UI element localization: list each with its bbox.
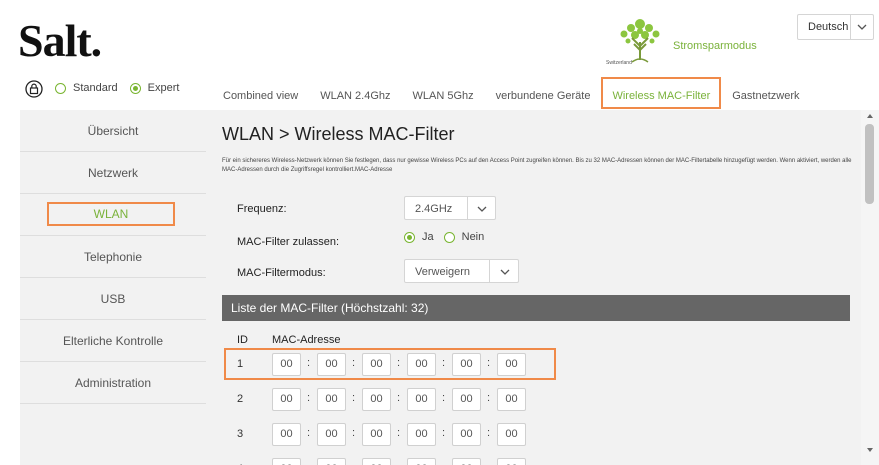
lock-icon[interactable]: [25, 80, 43, 98]
eco-mode[interactable]: Switzerland Stromsparmodus: [602, 16, 802, 74]
filter-mode-select[interactable]: Verweigern: [404, 259, 519, 283]
mac-separator: :: [352, 392, 356, 404]
scrollbar[interactable]: [861, 110, 879, 465]
mode-standard-label[interactable]: Standard: [73, 82, 118, 94]
mac-octet-input[interactable]: 00: [407, 388, 436, 411]
scroll-thumb[interactable]: [865, 124, 874, 204]
tab-wlan-24ghz[interactable]: WLAN 2.4Ghz: [309, 84, 401, 109]
page-title: WLAN > Wireless MAC-Filter: [222, 124, 455, 144]
scroll-down-icon[interactable]: [866, 447, 874, 453]
column-header-id: ID: [237, 334, 248, 346]
language-select-divider: [850, 15, 851, 39]
allow-filter-label: MAC-Filter zulassen:: [237, 236, 340, 248]
mac-octet-input[interactable]: 00: [497, 388, 526, 411]
main-content: WLAN > Wireless MAC-Filter Für ein siche…: [206, 110, 861, 465]
mac-octet-input[interactable]: 00: [407, 423, 436, 446]
chevron-down-icon: [500, 269, 510, 275]
mode-expert-label[interactable]: Expert: [148, 82, 180, 94]
mac-octet-input[interactable]: 00: [452, 458, 481, 465]
intro-text: Für ein sichereres Wireless-Netzwerk kön…: [222, 158, 852, 173]
mac-separator: :: [442, 427, 446, 439]
mac-separator: :: [307, 392, 311, 404]
chevron-down-icon: [857, 24, 867, 30]
mac-table-row: 2 00:00:00:00:00:00: [222, 386, 552, 414]
mac-octet-input[interactable]: 00: [272, 423, 301, 446]
tab-bar: Combined view WLAN 2.4Ghz WLAN 5Ghz verb…: [212, 77, 810, 109]
sidebar: Übersicht Netzwerk WLAN Telephonie USB E…: [20, 110, 206, 465]
sidebar-item-usb[interactable]: USB: [20, 278, 206, 320]
frequency-label: Frequenz:: [237, 203, 287, 215]
mac-separator: :: [487, 427, 491, 439]
sidebar-item-telephony[interactable]: Telephonie: [20, 236, 206, 278]
mac-separator: :: [307, 427, 311, 439]
allow-no-label[interactable]: Nein: [462, 231, 485, 243]
mac-row-id: 3: [237, 428, 244, 440]
mac-separator: :: [352, 427, 356, 439]
sidebar-item-overview[interactable]: Übersicht: [20, 110, 206, 152]
frequency-select[interactable]: 2.4GHz: [404, 196, 496, 220]
eco-mode-label[interactable]: Stromsparmodus: [673, 40, 757, 52]
mode-standard-radio[interactable]: [55, 82, 66, 94]
sidebar-item-wlan-label: WLAN: [47, 202, 175, 226]
frequency-select-divider: [467, 197, 468, 219]
sidebar-item-wlan[interactable]: WLAN: [20, 194, 206, 236]
mac-octet-input[interactable]: 00: [452, 423, 481, 446]
chevron-down-icon: [477, 206, 487, 212]
tab-guest-network[interactable]: Gastnetzwerk: [721, 84, 810, 109]
tab-combined-view[interactable]: Combined view: [212, 84, 309, 109]
allow-filter-radios: Ja Nein: [404, 231, 484, 243]
mac-octet-input[interactable]: 00: [497, 458, 526, 465]
sidebar-item-parental-control[interactable]: Elterliche Kontrolle: [20, 320, 206, 362]
language-select[interactable]: Deutsch: [797, 14, 874, 40]
eco-switzerland-text: Switzerland: [606, 60, 632, 66]
tab-wireless-mac-filter[interactable]: Wireless MAC-Filter: [601, 77, 722, 109]
frequency-value: 2.4GHz: [415, 203, 453, 215]
allow-yes-radio[interactable]: [404, 231, 415, 243]
mac-octet-input[interactable]: 00: [272, 388, 301, 411]
filter-mode-value: Verweigern: [415, 266, 471, 278]
mac-octet-input[interactable]: 00: [452, 388, 481, 411]
mac-octet-input[interactable]: 00: [272, 458, 301, 465]
tree-icon: [620, 19, 660, 63]
mac-octet-input[interactable]: 00: [407, 458, 436, 465]
mac-octet-input[interactable]: 00: [317, 458, 346, 465]
salt-logo[interactable]: Salt.: [18, 14, 102, 67]
mac-octet-input[interactable]: 00: [362, 423, 391, 446]
mac-separator: :: [397, 427, 401, 439]
filter-mode-label: MAC-Filtermodus:: [237, 267, 326, 279]
mac-list-header: Liste der MAC-Filter (Höchstzahl: 32): [222, 295, 850, 321]
language-value: Deutsch: [808, 21, 849, 33]
mac-row-id: 2: [237, 393, 244, 405]
header: Salt. Standard Expert Switzerland Stroms…: [0, 0, 879, 110]
tab-wlan-5ghz[interactable]: WLAN 5Ghz: [402, 84, 485, 109]
column-header-mac: MAC-Adresse: [272, 334, 341, 346]
mac-table-row: 400:00:00:00:00:00: [222, 456, 552, 465]
mac-table-row: 3 00:00:00:00:00:00: [222, 421, 552, 449]
sidebar-item-administration[interactable]: Administration: [20, 362, 206, 404]
mac-octet-input[interactable]: 00: [317, 388, 346, 411]
sidebar-item-network[interactable]: Netzwerk: [20, 152, 206, 194]
mac-octet-input[interactable]: 00: [362, 388, 391, 411]
mac-octet-input[interactable]: 00: [317, 423, 346, 446]
row-highlight: [224, 348, 556, 380]
mac-octet-input[interactable]: 00: [362, 458, 391, 465]
mode-expert-radio[interactable]: [129, 82, 141, 94]
mac-separator: :: [487, 392, 491, 404]
mode-switch: Standard Expert: [55, 82, 187, 94]
filter-mode-select-divider: [489, 260, 490, 282]
tab-connected-devices[interactable]: verbundene Geräte: [485, 84, 602, 109]
mac-separator: :: [442, 392, 446, 404]
mac-octet-input[interactable]: 00: [497, 423, 526, 446]
mac-separator: :: [397, 392, 401, 404]
allow-no-radio[interactable]: [443, 231, 455, 243]
allow-yes-label[interactable]: Ja: [422, 231, 434, 243]
scroll-up-icon[interactable]: [866, 113, 874, 119]
